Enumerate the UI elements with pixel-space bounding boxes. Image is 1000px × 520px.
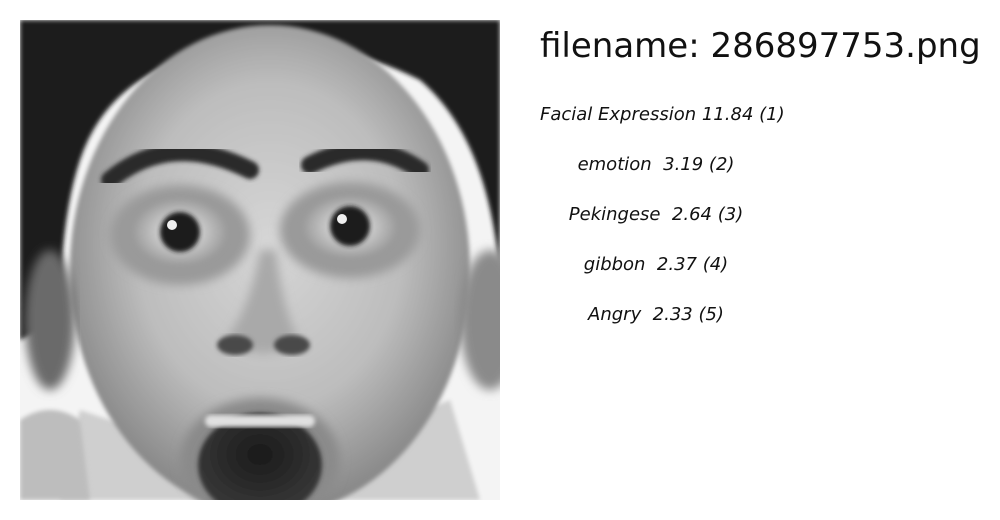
- page: filename: 286897753.png Facial Expressio…: [0, 0, 1000, 520]
- prediction-item: Angry 2.33 (5): [588, 304, 724, 325]
- prediction-item: emotion 3.19 (2): [577, 154, 735, 175]
- face-photo-graphic: [20, 20, 500, 500]
- prediction-list: Facial Expression 11.84 (1) emotion 3.19…: [540, 100, 785, 350]
- prediction-item: gibbon 2.37 (4): [583, 254, 729, 275]
- face-photo: [20, 20, 500, 500]
- filename-label: filename: 286897753.png: [540, 26, 981, 66]
- prediction-item: Facial Expression 11.84 (1): [540, 104, 785, 125]
- prediction-item: Pekingese 2.64 (3): [568, 204, 744, 225]
